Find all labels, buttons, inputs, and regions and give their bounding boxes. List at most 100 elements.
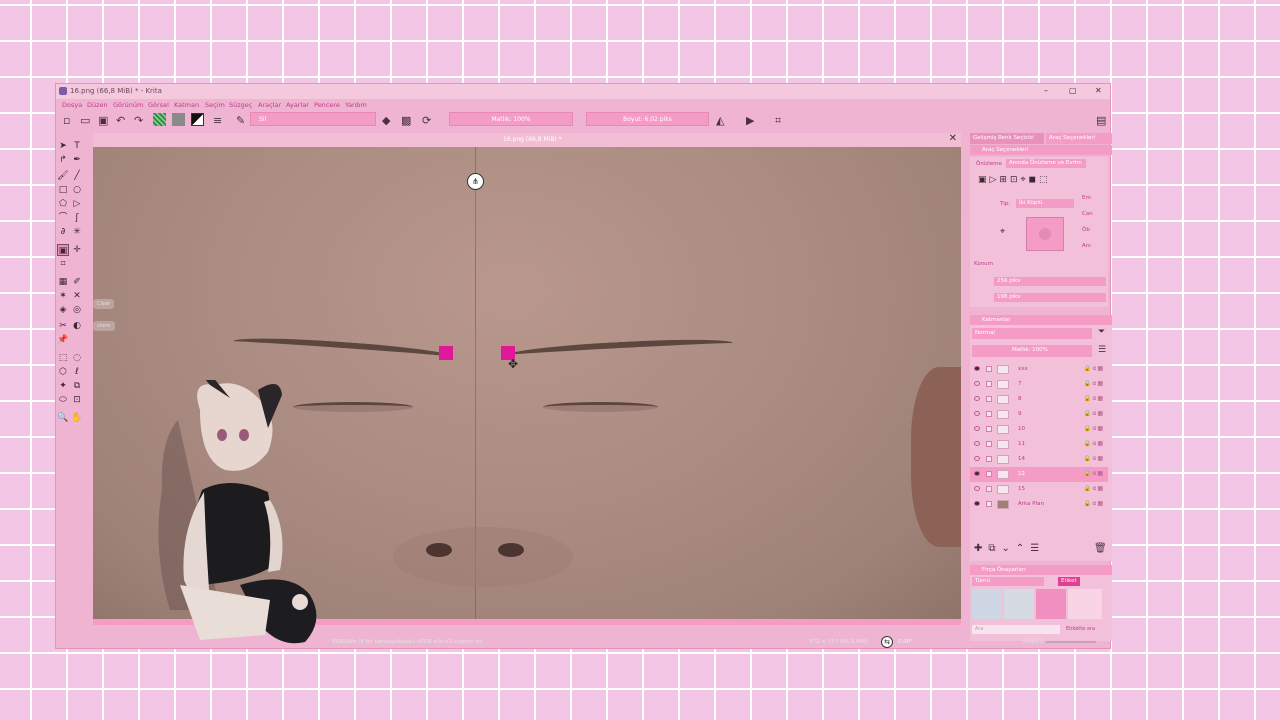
- layer-name[interactable]: 11: [1018, 441, 1025, 447]
- layer-visibility-icon[interactable]: [974, 426, 980, 431]
- anchor-point-grid[interactable]: [1026, 217, 1064, 251]
- bezier-tool-icon[interactable]: ⌒: [57, 212, 69, 224]
- layer-lock-alpha-icons[interactable]: 🔒α▦: [1084, 500, 1104, 507]
- layer-select-checkbox[interactable]: [986, 381, 992, 387]
- pattern-fill-icon[interactable]: [172, 113, 185, 126]
- layer-select-checkbox[interactable]: [986, 501, 992, 507]
- preserve-alpha-icon[interactable]: ▩: [401, 114, 411, 128]
- crop-wrap-icon[interactable]: ⌗: [775, 114, 781, 128]
- menu-filter[interactable]: Süzgeç: [229, 101, 252, 109]
- layer-select-checkbox[interactable]: [986, 411, 992, 417]
- pan-tool-icon[interactable]: ✋: [71, 412, 83, 424]
- fill-tool-icon[interactable]: ◈: [57, 304, 69, 316]
- interpolation-dropdown[interactable]: İki Küplü: [1016, 199, 1074, 208]
- close-window-button[interactable]: ✕: [1095, 86, 1102, 95]
- layer-row[interactable]: 15 🔒α▦: [970, 482, 1108, 497]
- move-tool-icon[interactable]: ✛: [71, 244, 83, 256]
- layer-lock-alpha-icons[interactable]: 🔒α▦: [1084, 395, 1104, 402]
- layer-name[interactable]: Arka Plan: [1018, 501, 1044, 507]
- layer-name[interactable]: 8: [1018, 396, 1022, 402]
- menu-window[interactable]: Pencere: [314, 101, 340, 109]
- menu-settings[interactable]: Ayarlar: [286, 101, 309, 109]
- layer-visibility-icon[interactable]: [974, 471, 980, 476]
- layer-select-checkbox[interactable]: [986, 396, 992, 402]
- layer-visibility-icon[interactable]: [974, 486, 980, 491]
- layer-row[interactable]: 8 🔒α▦: [970, 392, 1108, 407]
- layer-select-checkbox[interactable]: [986, 471, 992, 477]
- layer-name[interactable]: xxx: [1018, 366, 1028, 372]
- radio-option-1[interactable]: Em: [1082, 195, 1091, 201]
- radio-option-4[interactable]: Anı: [1082, 243, 1091, 249]
- assistant-tool-icon[interactable]: ✂: [57, 320, 69, 332]
- menu-layer[interactable]: Katman: [174, 101, 199, 109]
- layer-name[interactable]: 7: [1018, 381, 1022, 387]
- transform-mode-icons[interactable]: ▣▷⊞⊡⌖◼⬚: [978, 175, 1051, 185]
- layer-select-checkbox[interactable]: [986, 456, 992, 462]
- rectangle-tool-icon[interactable]: □: [57, 184, 69, 196]
- layer-visibility-icon[interactable]: [974, 441, 980, 446]
- save-file-icon[interactable]: ▣: [98, 114, 108, 128]
- layer-row[interactable]: 9 🔒α▦: [970, 407, 1108, 422]
- mirror-axis-handle-icon[interactable]: ⋔: [467, 173, 484, 190]
- smart-patch-icon[interactable]: ✶: [57, 290, 69, 302]
- layer-name[interactable]: 10: [1018, 426, 1025, 432]
- layer-visibility-icon[interactable]: [974, 411, 980, 416]
- preview-mode-dropdown[interactable]: Anında Önizleme ve Evrim: [1006, 159, 1086, 168]
- layer-actions[interactable]: ✚⧉⌄⌃☰: [974, 543, 1045, 554]
- layer-lock-alpha-icons[interactable]: 🔒α▦: [1084, 425, 1104, 432]
- rect-select-icon[interactable]: ⬚: [57, 352, 69, 364]
- calligraphy-icon[interactable]: ✒: [71, 154, 83, 166]
- crop-tool-icon[interactable]: ⌗: [57, 258, 69, 270]
- preset-tag-button[interactable]: Etiket: [1058, 577, 1080, 586]
- eraser-mode-icon[interactable]: ◆: [382, 114, 390, 128]
- layer-name[interactable]: 15: [1018, 486, 1025, 492]
- ellipse-select-icon[interactable]: ◌: [71, 352, 83, 364]
- layer-row[interactable]: Arka Plan 🔒α▦: [970, 497, 1108, 512]
- transform-tool-icon[interactable]: ▣: [57, 244, 69, 256]
- layer-row[interactable]: 10 🔒α▦: [970, 422, 1108, 437]
- colorize-mask-icon[interactable]: ✕: [71, 290, 83, 302]
- layer-lock-alpha-icons[interactable]: 🔒α▦: [1084, 485, 1104, 492]
- polygon-tool-icon[interactable]: ⬠: [57, 198, 69, 210]
- canvas-context-clear[interactable]: Clear: [93, 299, 115, 309]
- layer-name[interactable]: 14: [1018, 456, 1025, 462]
- reload-preset-icon[interactable]: ⟳: [422, 114, 431, 128]
- new-file-icon[interactable]: ▫: [63, 114, 70, 128]
- zoom-tool-icon[interactable]: 🔍: [57, 412, 69, 424]
- transform-marker-left[interactable]: [439, 346, 453, 360]
- delete-layer-icon[interactable]: 🗑: [1094, 543, 1107, 554]
- layer-visibility-icon[interactable]: [974, 396, 980, 401]
- brush-preset-dropdown[interactable]: Sil: [250, 112, 376, 126]
- brush-preset-eraser-3[interactable]: [1036, 589, 1066, 619]
- radio-option-2[interactable]: Can: [1082, 211, 1093, 217]
- polyline-tool-icon[interactable]: ▷: [71, 198, 83, 210]
- similar-select-icon[interactable]: ⧉: [71, 380, 83, 392]
- layer-lock-alpha-icons[interactable]: 🔒α▦: [1084, 455, 1104, 462]
- anchor-center-icon[interactable]: [1039, 228, 1051, 240]
- freehand-brush-icon[interactable]: 🖌: [57, 170, 69, 182]
- rotation-dial-icon[interactable]: ⇆: [881, 636, 893, 648]
- size-slider[interactable]: Boyut: 6,02 piks: [586, 112, 709, 126]
- freehand-select-icon[interactable]: ℓ: [71, 366, 83, 378]
- layer-row[interactable]: 12 🔒α▦: [970, 467, 1108, 482]
- layer-row[interactable]: 11 🔒α▦: [970, 437, 1108, 452]
- undo-icon[interactable]: ↶: [116, 114, 125, 128]
- height-field[interactable]: 198 piks: [994, 293, 1106, 302]
- layer-lock-alpha-icons[interactable]: 🔒α▦: [1084, 410, 1104, 417]
- menu-image[interactable]: Görsel: [148, 101, 169, 109]
- gradient-tool-icon[interactable]: ▦: [57, 276, 69, 288]
- tab-advanced-color-selector[interactable]: Gelişmiş Renk Seçicisi: [970, 133, 1044, 144]
- maximize-button[interactable]: ▢: [1069, 86, 1077, 95]
- text-tool-icon[interactable]: T: [71, 140, 83, 152]
- edit-shapes-icon[interactable]: ↱: [57, 154, 69, 166]
- workspace-chooser-icon[interactable]: ≡: [213, 114, 222, 128]
- polygon-select-icon[interactable]: ⬡: [57, 366, 69, 378]
- color-picker-icon[interactable]: ✐: [71, 276, 83, 288]
- menu-tools[interactable]: Araçlar: [258, 101, 281, 109]
- close-document-icon[interactable]: ✕: [949, 133, 957, 144]
- mirror-horizontal-icon[interactable]: ◭: [716, 114, 724, 128]
- layer-row[interactable]: 7 🔒α▦: [970, 377, 1108, 392]
- layer-name[interactable]: 9: [1018, 411, 1022, 417]
- menu-select[interactable]: Seçim: [205, 101, 225, 109]
- freehand-path-icon[interactable]: ʃ: [71, 212, 83, 224]
